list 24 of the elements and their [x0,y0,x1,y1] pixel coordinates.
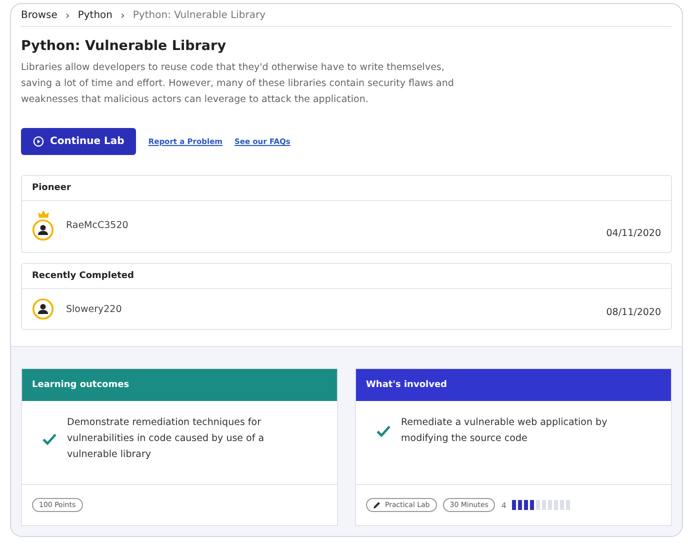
panel-heading: Pioneer [22,176,671,201]
chevron-icon: › [65,8,70,22]
avatar-icon [32,219,54,241]
check-icon [376,425,391,437]
play-icon [33,136,44,147]
username: Slowery220 [66,304,122,314]
breadcrumb-item: Python: Vulnerable Library [132,10,266,20]
outcome-text: Demonstrate remediation techniques for vulnerabilities in code caused by use of a vulnerable library [67,416,266,462]
card-heading: Learning outcomes [22,369,337,401]
pencil-icon [373,501,381,509]
description: Libraries allow developers to reuse code that they'd otherwise have to write themselves, saving a lot of time and effort. However, many of these libraries contain security flaws and weaknesses that malicious actors can leverage to attack the application. [21,61,455,107]
outcome-text: Remediate a vulnerable web application by modifying the source code [401,416,608,446]
date: 08/11/2020 [606,307,661,318]
card-heading: What's involved [356,369,671,401]
check-icon [42,433,57,445]
chevron-icon: › [120,8,125,22]
panel-heading: Recently Completed [22,264,671,289]
continue-lab-button[interactable]: Continue Lab [21,128,136,155]
page-title: Python: Vulnerable Library [21,38,227,54]
username: RaeMcC3520 [66,220,128,231]
breadcrumb-item[interactable]: Python [78,10,112,20]
date: 04/11/2020 [606,228,661,239]
breadcrumb-item[interactable]: Browse [21,10,58,20]
avatar-icon [32,298,54,320]
